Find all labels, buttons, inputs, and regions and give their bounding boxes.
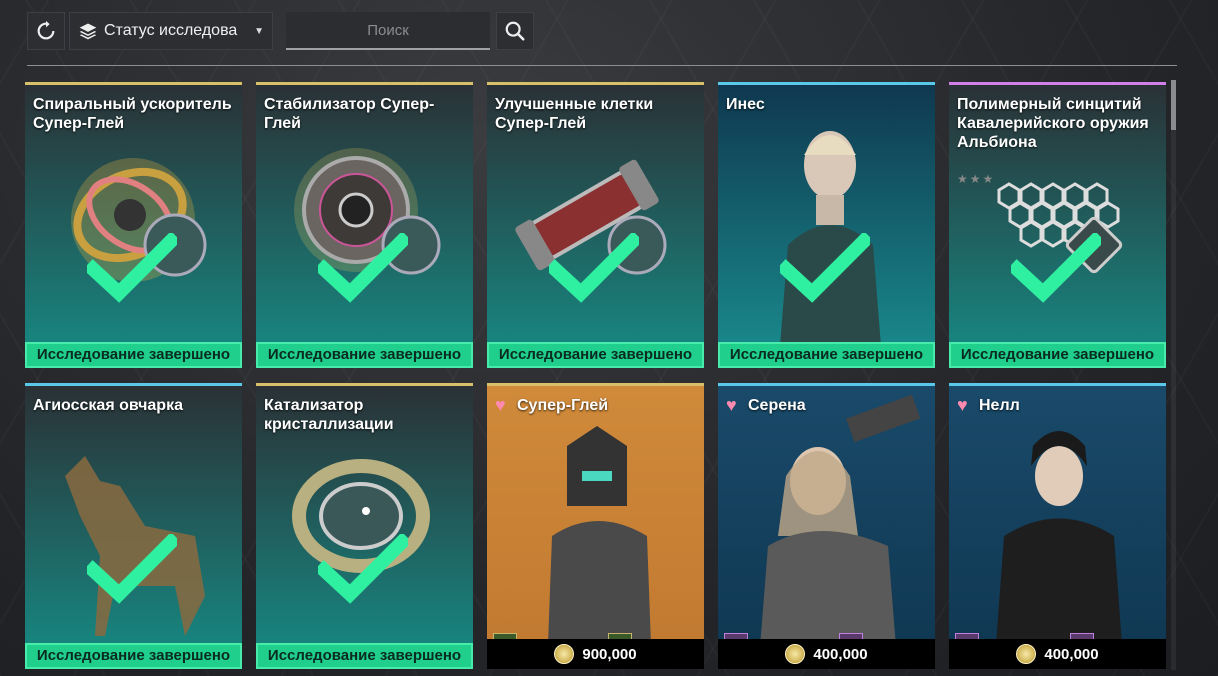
refresh-button[interactable] [27,12,65,50]
card-title: Серена [748,397,806,414]
cost-value: 400,000 [1044,645,1099,663]
scrollbar-track[interactable] [1171,80,1176,670]
research-card[interactable]: Катализатор кристаллизации Исследование … [256,383,473,669]
cost-bar: 400,000 [718,639,935,669]
cost-bar: 400,000 [949,639,1166,669]
research-card[interactable]: ♥ Серена 0/1 0/1 0/1 0/1 400,000 [718,383,935,669]
research-card[interactable]: ♥ Нелл 0/1 0/1 0/1 0/1 400,000 [949,383,1166,669]
character-portrait [487,386,704,669]
research-card[interactable]: Стабилизатор Супер-Глей Исследование зав… [256,82,473,368]
checkmark-icon [87,233,177,303]
research-card[interactable]: Спиральный ускоритель Супер-Глей Исследо… [25,82,242,368]
toolbar: Статус исследова ▼ [27,11,534,51]
search-button[interactable] [496,12,534,50]
coin-icon [785,644,806,664]
cost-value: 400,000 [813,645,868,663]
card-title: Супер-Глей [517,397,609,414]
card-title: Агиосская овчарка [33,397,183,414]
status-badge: Исследование завершено [949,342,1166,368]
checkmark-icon [549,233,639,303]
coin-icon [1016,644,1037,664]
scrollbar-thumb[interactable] [1171,80,1176,130]
status-badge: Исследование завершено [487,342,704,368]
status-badge: Исследование завершено [25,342,242,368]
status-badge: Исследование завершено [25,643,242,669]
favorite-heart-icon[interactable]: ♥ [495,396,506,414]
card-title: Стабилизатор Супер-Глей [264,96,435,132]
favorite-heart-icon[interactable]: ♥ [957,396,968,414]
coin-icon [554,644,575,664]
filter-label: Статус исследова [104,22,238,39]
item-art [25,386,242,669]
card-title: Нелл [979,397,1020,414]
research-card[interactable]: Улучшенные клетки Супер-Глей Исследовани… [487,82,704,368]
status-badge: Исследование завершено [256,342,473,368]
status-badge: Исследование завершено [256,643,473,669]
character-portrait [949,386,1166,669]
card-title: Полимерный синцитий Кавалерийского оружи… [957,96,1149,151]
research-status-filter[interactable]: Статус исследова ▼ [69,12,273,50]
research-card[interactable]: Инес Исследование завершено [718,82,935,368]
checkmark-icon [318,233,408,303]
research-card[interactable]: Агиосская овчарка Исследование завершено [25,383,242,669]
cost-bar: 900,000 [487,639,704,669]
status-badge: Исследование завершено [718,342,935,368]
card-title: Спиральный ускоритель Супер-Глей [33,96,232,132]
toolbar-divider [27,65,1177,66]
chevron-down-icon: ▼ [254,25,264,37]
search-input[interactable] [286,12,490,50]
rarity-stars: ★★★ [957,172,996,186]
search-icon [505,21,525,41]
card-title: Улучшенные клетки Супер-Глей [495,96,654,132]
favorite-heart-icon[interactable]: ♥ [726,396,737,414]
character-portrait [718,386,935,669]
layers-icon [79,23,97,40]
refresh-icon [37,20,55,40]
cost-value: 900,000 [582,645,637,663]
checkmark-icon [780,233,870,303]
research-card[interactable]: Полимерный синцитий Кавалерийского оружи… [949,82,1166,368]
checkmark-icon [318,534,408,604]
checkmark-icon [1011,233,1101,303]
checkmark-icon [87,534,177,604]
card-title: Катализатор кристаллизации [264,397,394,433]
character-portrait [718,85,935,368]
card-title: Инес [726,96,765,113]
research-card[interactable]: ♥ Супер-Глей 0/1 0/1 0/1 1/1 900,000 [487,383,704,669]
